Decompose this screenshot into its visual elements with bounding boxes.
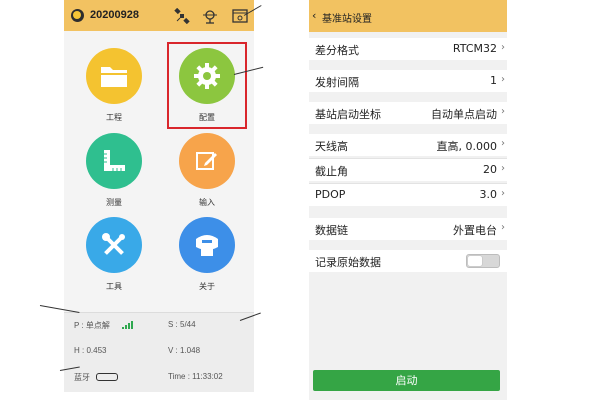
- folder-icon: [86, 48, 142, 104]
- chevron-right-icon: ›: [501, 74, 505, 85]
- app-label: 测量: [106, 198, 122, 207]
- page-title: 基准站设置: [322, 14, 372, 25]
- app-survey[interactable]: 测量: [69, 133, 159, 223]
- edit-icon: [179, 133, 235, 189]
- ruler-icon: [86, 133, 142, 189]
- chevron-right-icon: ›: [501, 163, 505, 174]
- row-data-link[interactable]: 数据链 外置电台 ›: [309, 218, 507, 240]
- app-about[interactable]: 关于: [162, 217, 252, 307]
- row-tx-interval[interactable]: 发射间隔 1 ›: [309, 70, 507, 92]
- chevron-right-icon: ›: [501, 106, 505, 117]
- satellite-icon[interactable]: [174, 7, 190, 25]
- chevron-right-icon: ›: [501, 188, 505, 199]
- row-label: 差分格式: [315, 44, 359, 57]
- vertical-precision: V : 1.048: [168, 346, 201, 355]
- receiver-connect-icon[interactable]: [202, 8, 218, 24]
- row-start-coord[interactable]: 基站启动坐标 自动单点启动 ›: [309, 102, 507, 124]
- signal-bars-icon: [122, 321, 134, 329]
- bluetooth-status-icon: [96, 373, 118, 381]
- row-label: PDOP: [315, 188, 346, 201]
- base-station-settings-screen: ‹ 基准站设置 差分格式 RTCM32 › 发射间隔 1 › 基站启动坐标 自动…: [309, 0, 507, 400]
- time-readout: Time : 11:33:02: [168, 372, 223, 381]
- row-value: 外置电台: [453, 224, 497, 237]
- project-status-icon: [71, 9, 84, 22]
- row-value: 直高, 0.000: [436, 140, 497, 153]
- row-label: 基站启动坐标: [315, 108, 381, 121]
- settings-window-icon[interactable]: [232, 8, 248, 24]
- chevron-right-icon: ›: [501, 138, 505, 149]
- row-antenna-height[interactable]: 天线高 直高, 0.000 ›: [309, 134, 507, 156]
- main-header: 20200928: [64, 0, 254, 31]
- project-title: 20200928: [90, 9, 139, 21]
- record-raw-toggle[interactable]: [466, 254, 500, 268]
- row-value: 自动单点启动: [431, 108, 497, 121]
- back-chevron-icon[interactable]: ‹: [312, 9, 316, 22]
- app-label: 关于: [199, 282, 215, 291]
- app-label: 工程: [106, 113, 122, 122]
- row-cutoff-angle[interactable]: 截止角 20 ›: [309, 159, 507, 181]
- status-panel: P : 单点解 S : 5/44 H : 0.453 V : 1.048 蓝牙 …: [64, 312, 254, 392]
- horizontal-precision: H : 0.453: [74, 346, 107, 355]
- row-record-raw: 记录原始数据: [309, 250, 507, 272]
- app-tools[interactable]: 工具: [69, 217, 159, 307]
- solution-status: P : 单点解: [74, 321, 110, 330]
- start-button[interactable]: 启动: [313, 370, 500, 391]
- bluetooth-label: 蓝牙: [74, 373, 90, 382]
- app-input[interactable]: 输入: [162, 133, 252, 223]
- row-label: 截止角: [315, 165, 348, 178]
- row-value: 3.0: [479, 188, 498, 201]
- row-label: 数据链: [315, 224, 348, 237]
- row-label: 发射间隔: [315, 76, 359, 89]
- settings-header: ‹ 基准站设置: [309, 0, 507, 32]
- receiver-icon: [179, 217, 235, 273]
- chevron-right-icon: ›: [501, 222, 505, 233]
- satellite-count: S : 5/44: [168, 320, 196, 329]
- highlight-box: [167, 42, 247, 129]
- app-label: 输入: [199, 198, 215, 207]
- row-pdop[interactable]: PDOP 3.0 ›: [309, 184, 507, 206]
- row-diff-format[interactable]: 差分格式 RTCM32 ›: [309, 38, 507, 60]
- app-project[interactable]: 工程: [69, 48, 159, 138]
- main-menu-screen: 20200928 工程 配置 测量 输入 工具 关于 P: 单点解 S: 5…: [64, 0, 254, 392]
- row-value: 20: [483, 163, 497, 176]
- app-label: 工具: [106, 282, 122, 291]
- chevron-right-icon: ›: [501, 42, 505, 53]
- row-label: 天线高: [315, 140, 348, 153]
- toggle-knob: [468, 256, 482, 266]
- row-value: 1: [490, 74, 497, 87]
- tools-icon: [86, 217, 142, 273]
- row-value: RTCM32: [452, 42, 497, 55]
- row-label: 记录原始数据: [315, 256, 381, 269]
